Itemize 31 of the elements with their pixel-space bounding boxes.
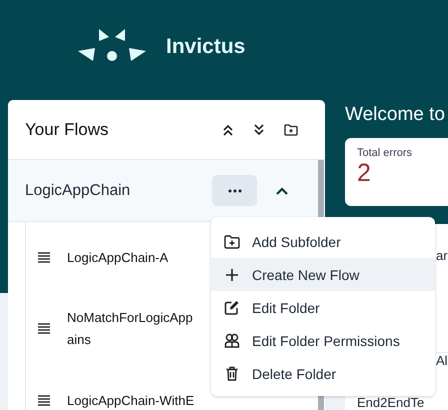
trash-icon (224, 366, 240, 381)
expand-all-icon[interactable] (253, 124, 265, 136)
flow-icon (38, 394, 50, 406)
flow-name[interactable]: LogicAppChain-A (67, 246, 168, 268)
menu-item[interactable]: Edit Folder (211, 291, 435, 324)
table-cell: ar (436, 248, 448, 263)
plus-icon (224, 268, 240, 282)
menu-item[interactable]: Edit Folder Permissions (211, 324, 435, 357)
menu-item[interactable]: Delete Folder (211, 357, 435, 390)
folder-name: LogicAppChain (25, 182, 130, 200)
menu-item[interactable]: Create New Flow (211, 258, 435, 291)
menu-item[interactable]: Add Subfolder (211, 225, 435, 258)
flow-name[interactable]: LogicAppChain-WithE (67, 390, 194, 410)
flow-icon (38, 252, 50, 264)
people-icon (224, 333, 240, 348)
stat-value: 2 (357, 159, 371, 187)
add-folder-icon (224, 234, 240, 248)
flow-icon (38, 323, 50, 335)
brand-name: Invictus (166, 35, 246, 59)
welcome-title: Welcome to (345, 104, 446, 127)
more-icon (228, 188, 242, 192)
panel-title: Your Flows (25, 120, 108, 140)
add-folder-icon[interactable] (284, 124, 298, 136)
chevron-up-icon[interactable] (276, 186, 288, 194)
stat-label: Total errors (357, 147, 412, 159)
edit-icon (224, 300, 240, 315)
table-cell: Al (436, 353, 448, 368)
folder-row[interactable]: LogicAppChain (8, 160, 318, 222)
table-cell: End2EndTe (357, 395, 424, 410)
flow-name[interactable]: NoMatchForLogicApp ains (67, 307, 193, 351)
collapse-all-icon[interactable] (222, 124, 234, 136)
